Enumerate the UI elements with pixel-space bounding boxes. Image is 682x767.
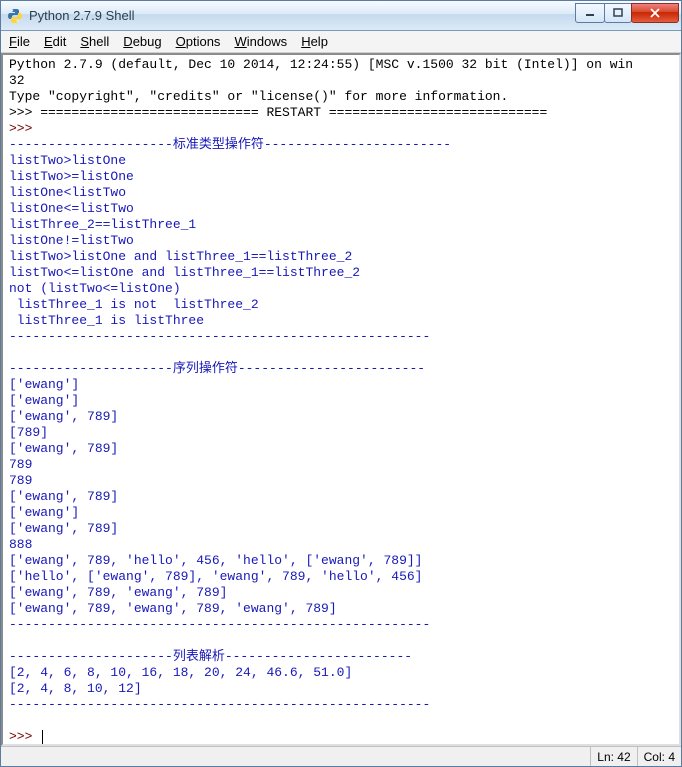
output-line: ['hello', ['ewang', 789], 'ewang', 789, … — [9, 569, 422, 584]
window-controls — [576, 3, 679, 23]
output-line: listOne<listTwo — [9, 185, 126, 200]
menu-options[interactable]: Options — [176, 34, 221, 49]
divider-line: ----------------------------------------… — [9, 617, 430, 632]
status-col: Col: 4 — [637, 747, 681, 766]
output-line: ['ewang', 789] — [9, 521, 118, 536]
prompt: >>> — [9, 121, 40, 136]
minimize-button[interactable] — [575, 3, 605, 23]
status-bar: Ln: 42 Col: 4 — [1, 746, 681, 766]
output-line: [2, 4, 8, 10, 12] — [9, 681, 142, 696]
output-line: 888 — [9, 537, 32, 552]
divider-line: ----------------------------------------… — [9, 697, 430, 712]
output-line: listTwo<=listOne and listThree_1==listTh… — [9, 265, 360, 280]
title-bar[interactable]: Python 2.7.9 Shell — [1, 1, 681, 31]
shell-content[interactable]: Python 2.7.9 (default, Dec 10 2014, 12:2… — [1, 53, 681, 746]
output-line: [2, 4, 6, 8, 10, 16, 18, 20, 24, 46.6, 5… — [9, 665, 352, 680]
app-window: Python 2.7.9 Shell File Edit Shell Debug… — [0, 0, 682, 767]
section-header: ---------------------列表解析---------------… — [9, 649, 412, 664]
output-line: ['ewang'] — [9, 505, 79, 520]
menu-windows[interactable]: Windows — [234, 34, 287, 49]
section-header: ---------------------序列操作符--------------… — [9, 361, 425, 376]
banner-line: Type "copyright", "credits" or "license(… — [9, 89, 508, 104]
output-line: ['ewang', 789, 'ewang', 789] — [9, 585, 227, 600]
text-cursor — [42, 730, 43, 744]
prompt: >>> — [9, 729, 40, 744]
python-icon — [7, 8, 23, 24]
output-line: listTwo>listOne — [9, 153, 126, 168]
output-line: ['ewang', 789, 'ewang', 789, 'ewang', 78… — [9, 601, 337, 616]
output-line: ['ewang', 789] — [9, 409, 118, 424]
output-line: ['ewang', 789] — [9, 489, 118, 504]
output-line: ['ewang', 789] — [9, 441, 118, 456]
banner-line: 32 — [9, 73, 25, 88]
output-line: listThree_1 is not listThree_2 — [9, 297, 259, 312]
menu-file[interactable]: File — [9, 34, 30, 49]
menu-help[interactable]: Help — [301, 34, 328, 49]
menu-shell[interactable]: Shell — [80, 34, 109, 49]
output-line: listThree_2==listThree_1 — [9, 217, 196, 232]
output-line: listTwo>listOne and listThree_1==listThr… — [9, 249, 352, 264]
close-button[interactable] — [631, 3, 679, 23]
output-line: listOne<=listTwo — [9, 201, 134, 216]
maximize-button[interactable] — [604, 3, 632, 23]
menu-bar: File Edit Shell Debug Options Windows He… — [1, 31, 681, 53]
output-line: listOne!=listTwo — [9, 233, 134, 248]
output-line: listTwo>=listOne — [9, 169, 134, 184]
divider-line: ----------------------------------------… — [9, 329, 430, 344]
status-line: Ln: 42 — [590, 747, 636, 766]
output-line: [789] — [9, 425, 48, 440]
output-line: 789 — [9, 457, 32, 472]
menu-debug[interactable]: Debug — [123, 34, 161, 49]
menu-edit[interactable]: Edit — [44, 34, 66, 49]
restart-line: >>> ============================ RESTART… — [9, 105, 547, 120]
window-title: Python 2.7.9 Shell — [29, 8, 576, 23]
banner-line: Python 2.7.9 (default, Dec 10 2014, 12:2… — [9, 57, 633, 72]
output-line: ['ewang', 789, 'hello', 456, 'hello', ['… — [9, 553, 422, 568]
output-line: not (listTwo<=listOne) — [9, 281, 181, 296]
output-line: 789 — [9, 473, 32, 488]
output-line: listThree_1 is listThree — [9, 313, 204, 328]
output-line: ['ewang'] — [9, 377, 79, 392]
output-line: ['ewang'] — [9, 393, 79, 408]
section-header: ---------------------标准类型操作符------------… — [9, 137, 451, 152]
